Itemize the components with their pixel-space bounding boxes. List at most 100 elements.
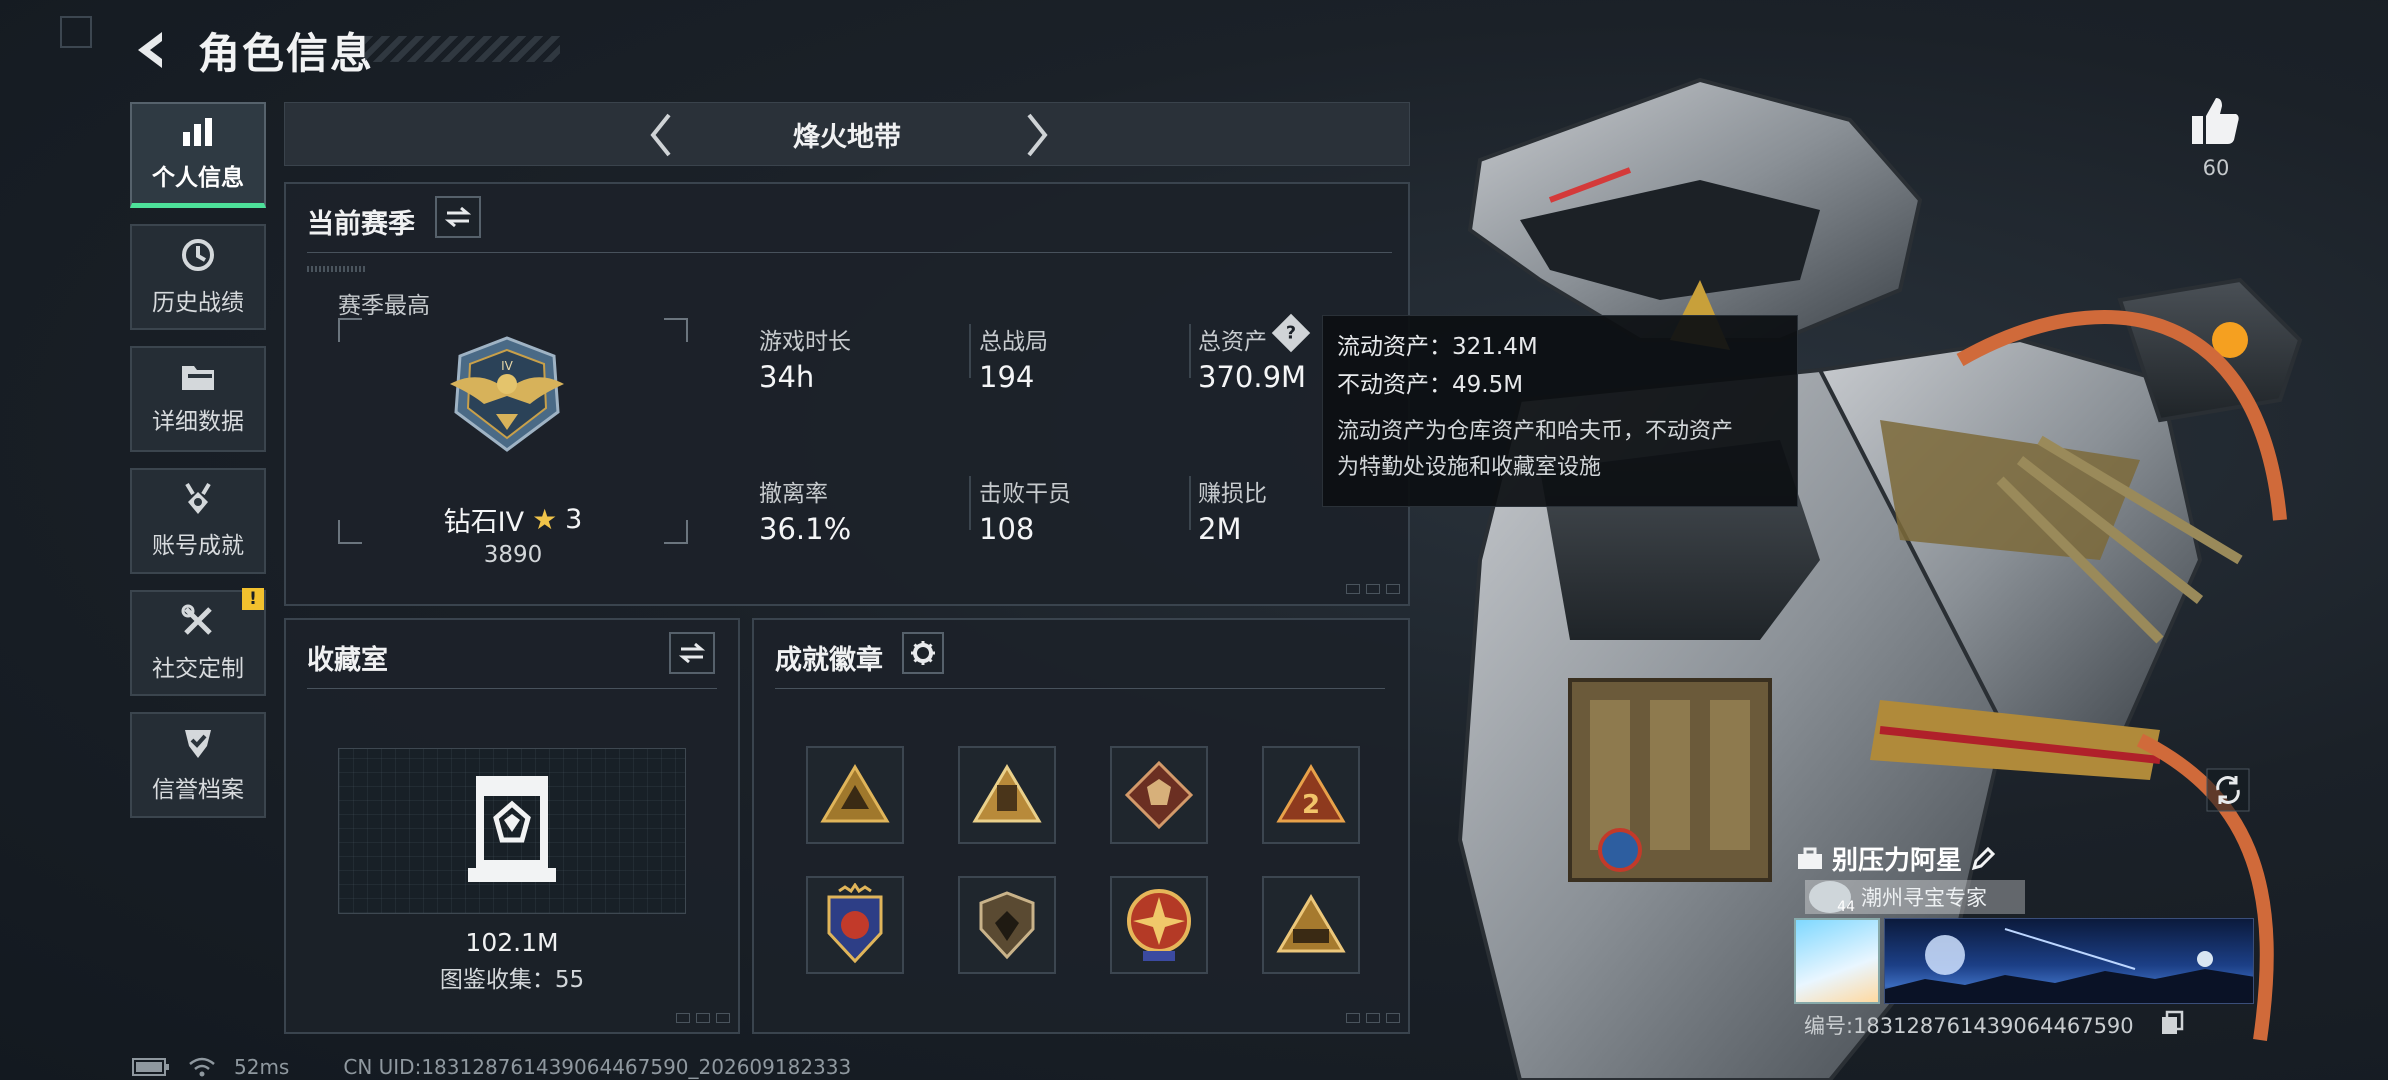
title-emblem-icon: 44 xyxy=(1809,881,1855,915)
folder-icon xyxy=(182,366,214,390)
svg-text:2: 2 xyxy=(1302,790,1320,820)
help-icon: ? xyxy=(1285,322,1297,343)
stat-value: 36.1% xyxy=(759,512,852,546)
rank-row: 钻石IV ★ 3 xyxy=(338,500,688,539)
stat-value: 370.9M xyxy=(1198,360,1307,394)
season-switch-button[interactable] xyxy=(435,196,481,238)
achievement-badge[interactable] xyxy=(806,746,904,844)
sidebar-item-label: 信誉档案 xyxy=(152,777,244,803)
diamond-rank-emblem-icon: IV xyxy=(450,336,564,452)
copy-icon[interactable] xyxy=(2160,1010,2184,1036)
achievements-title: 成就徽章 xyxy=(775,645,883,676)
achievement-badge[interactable] xyxy=(806,876,904,974)
fixed-assets: 不动资产：49.5M xyxy=(1337,372,1524,398)
chevron-right-icon xyxy=(1027,113,1048,157)
stat-label: 击败干员 xyxy=(979,481,1071,507)
sidebar-item-label: 社交定制 xyxy=(152,656,244,682)
bar-chart-icon xyxy=(183,117,212,146)
collection-value: 102.1M xyxy=(465,928,559,957)
client-uid: CN UID:18312876143906446759​0_2026091823… xyxy=(343,1055,852,1079)
player-name-row: 别压力阿星 xyxy=(1796,840,1996,877)
player-uid: 编号:18312876143906446759​0 xyxy=(1804,1014,2134,1038)
mode-name: 烽火地带 xyxy=(793,121,901,153)
sidebar-item-history[interactable]: 历史战绩 xyxy=(130,224,266,330)
corner-mark xyxy=(60,16,92,48)
player-title-chip[interactable]: 44 潮州寻宝专家 xyxy=(1805,880,2025,915)
stat-divider xyxy=(969,476,971,530)
tools-icon xyxy=(181,604,212,635)
player-name: 别压力阿星 xyxy=(1832,846,1963,876)
collection-switch-button[interactable] xyxy=(669,632,715,674)
season-highest-label: 赛季最高 xyxy=(338,293,430,319)
rotate-model-icon[interactable] xyxy=(2206,768,2250,812)
panel-corner-decoration xyxy=(1346,1013,1400,1023)
star-icon: ★ xyxy=(532,503,558,536)
liquid-assets: 流动资产：321.4M xyxy=(1337,334,1538,360)
avatar[interactable] xyxy=(1794,918,1880,1004)
sidebar-item-personal-info[interactable]: 个人信息 xyxy=(130,102,266,208)
chevron-left-icon xyxy=(650,113,671,157)
briefcase-icon xyxy=(1798,847,1822,869)
title-decoration xyxy=(365,36,560,62)
sidebar-item-label: 详细数据 xyxy=(152,409,244,435)
player-title: 潮州寻宝专家 xyxy=(1861,886,1987,910)
achievement-badge[interactable] xyxy=(1262,876,1360,974)
like-button[interactable]: 60 xyxy=(2180,96,2252,180)
codex-count: 图鉴收集：55 xyxy=(439,967,585,993)
number-two-badge-icon: 2 xyxy=(1276,764,1346,823)
stat-value: 194 xyxy=(979,360,1035,394)
stat-value: 34h xyxy=(759,360,815,394)
back-arrow-icon xyxy=(138,32,162,68)
rank-stars: 3 xyxy=(565,504,583,535)
edit-icon[interactable] xyxy=(1970,846,1996,872)
panel-corner-decoration xyxy=(676,1013,730,1023)
asset-note-line-2: 为特勤处设施和收藏室设施 xyxy=(1337,455,1602,480)
thumbs-up-icon xyxy=(2192,98,2239,144)
stat-label: 游戏时长 xyxy=(759,329,851,355)
medal-icon xyxy=(185,482,211,514)
achievement-badge[interactable] xyxy=(958,746,1056,844)
stat-label: 赚损比 xyxy=(1198,481,1267,507)
back-button[interactable] xyxy=(128,26,176,74)
swap-icon xyxy=(678,642,706,664)
battery-icon xyxy=(132,1058,169,1076)
mode-switcher: 烽火地带 xyxy=(284,102,1410,166)
clock-icon xyxy=(182,239,214,271)
like-count: 60 xyxy=(2202,156,2230,180)
stat-label: 撤离率 xyxy=(759,481,828,507)
gear-icon xyxy=(911,641,935,665)
page-title: 角色信息 xyxy=(198,29,375,78)
stat-label: 总资产 xyxy=(1198,329,1267,355)
tower-badge-icon xyxy=(972,764,1042,823)
sidebar-item-credit[interactable]: 信誉档案 xyxy=(130,712,266,818)
collection-title: 收藏室 xyxy=(307,645,388,676)
stat-divider xyxy=(1189,324,1191,378)
stat-value: 108 xyxy=(979,512,1035,546)
rank-points: 3890 xyxy=(483,542,543,568)
divider xyxy=(775,688,1385,689)
asset-note-line-1: 流动资产为仓库资产和哈夫币，不动资产 xyxy=(1337,419,1734,444)
display-case-icon xyxy=(468,776,556,882)
svg-text:IV: IV xyxy=(501,359,514,373)
achievement-badge[interactable] xyxy=(1110,876,1208,974)
achievements-settings-button[interactable] xyxy=(902,632,944,674)
shield-check-icon xyxy=(185,730,211,758)
asset-tooltip: 流动资产：321.4M 不动资产：49.5M 流动资产为仓库资产和哈夫币，不动资… xyxy=(1322,315,1798,507)
prev-mode-button[interactable] xyxy=(637,111,685,159)
achievement-badge[interactable]: 2 xyxy=(1262,746,1360,844)
next-mode-button[interactable] xyxy=(1013,111,1061,159)
sidebar-item-label: 历史战绩 xyxy=(152,290,244,316)
player-level: 44 xyxy=(1837,899,1855,915)
achievement-badge[interactable] xyxy=(1110,746,1208,844)
sidebar-item-label: 个人信息 xyxy=(152,164,244,191)
sidebar-item-label: 账号成就 xyxy=(152,533,244,559)
stat-divider xyxy=(969,324,971,378)
player-banner[interactable] xyxy=(1884,918,2254,1004)
sidebar-item-detailed-data[interactable]: 详细数据 xyxy=(130,346,266,452)
achievement-badge[interactable] xyxy=(958,876,1056,974)
wifi-icon xyxy=(189,1057,215,1077)
stii-badge-icon xyxy=(1276,894,1346,953)
divider xyxy=(307,688,717,689)
shield-badge-icon xyxy=(979,891,1035,960)
sidebar-item-achievements[interactable]: 账号成就 xyxy=(130,468,266,574)
